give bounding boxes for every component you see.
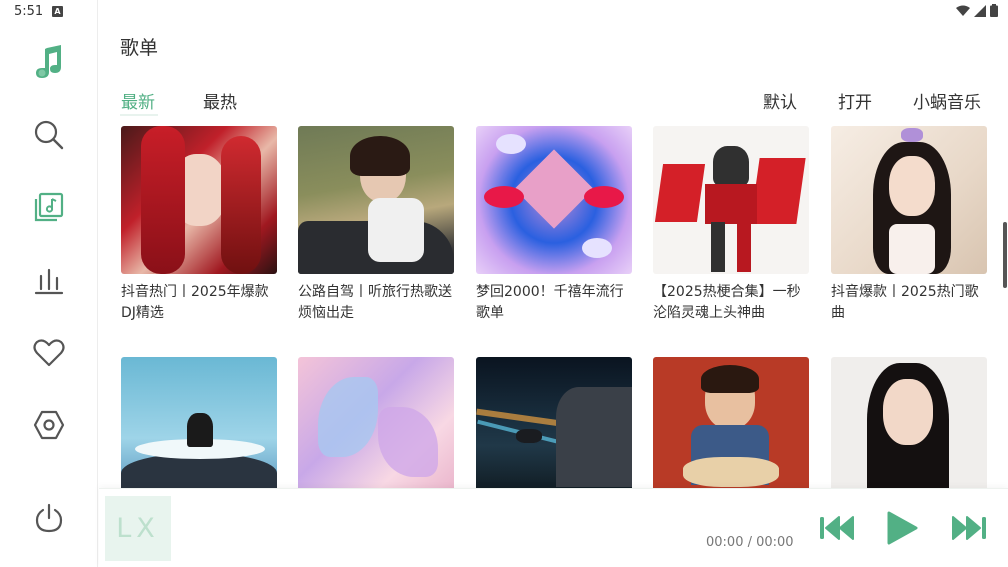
- player-logo[interactable]: LX: [105, 496, 171, 561]
- playlist-card[interactable]: [653, 357, 809, 505]
- main-content: 歌单 最新 最热 默认 打开 小蜗音乐 抖音热门丨2025年爆款DJ精选 公路自…: [99, 0, 1008, 567]
- app-logo: [25, 38, 73, 86]
- playlist-card[interactable]: [476, 357, 632, 505]
- tab-underline: [120, 114, 158, 116]
- playlist-title: 抖音热门丨2025年爆款DJ精选: [121, 284, 269, 321]
- playlist-cover: [298, 357, 454, 505]
- playlist-card[interactable]: 抖音爆款丨2025热门歌曲: [831, 126, 987, 324]
- songlist-icon: [34, 192, 64, 222]
- playlist-cover: [476, 357, 632, 505]
- skip-next-icon: [952, 516, 986, 540]
- playlist-cover: [298, 126, 454, 274]
- playlist-card[interactable]: 【2025热梗合集】一秒沦陷灵魂上头神曲: [653, 126, 809, 324]
- playlist-card[interactable]: [298, 357, 454, 505]
- player-time: 00:00 / 00:00: [706, 535, 794, 550]
- playlist-title: 公路自驾丨听旅行热歌送烦恼出走: [298, 284, 452, 321]
- playlist-cover: [476, 126, 632, 274]
- scrollbar-thumb[interactable]: [1003, 222, 1007, 288]
- playlist-card[interactable]: [121, 357, 277, 505]
- playlist-card[interactable]: 公路自驾丨听旅行热歌送烦恼出走: [298, 126, 454, 324]
- play-button[interactable]: [884, 509, 920, 547]
- prev-button[interactable]: [818, 513, 856, 543]
- next-button[interactable]: [950, 513, 988, 543]
- heart-icon: [33, 339, 65, 367]
- sidebar-item-settings[interactable]: [25, 401, 73, 449]
- playlist-cover: [653, 357, 809, 505]
- page-title: 歌单: [120, 37, 159, 59]
- power-icon: [35, 503, 63, 533]
- playlist-title: 梦回2000！千禧年流行歌单: [476, 284, 624, 321]
- playlist-cover: [121, 126, 277, 274]
- play-icon: [887, 511, 918, 545]
- playlist-cover: [831, 357, 987, 505]
- playlist-card[interactable]: [831, 357, 987, 505]
- source-button[interactable]: 小蜗音乐: [913, 88, 981, 113]
- playlist-title: 【2025热梗合集】一秒沦陷灵魂上头神曲: [653, 284, 801, 321]
- playlist-card[interactable]: 梦回2000！千禧年流行歌单: [476, 126, 632, 324]
- tab-hottest[interactable]: 最热: [203, 88, 237, 113]
- sidebar-item-songlist[interactable]: [25, 183, 73, 231]
- playlist-cover: [653, 126, 809, 274]
- music-note-icon: [36, 45, 61, 78]
- player-bar: LX 00:00 / 00:00: [99, 488, 1008, 567]
- sort-button[interactable]: 默认: [763, 88, 797, 113]
- playlist-card[interactable]: 抖音热门丨2025年爆款DJ精选: [121, 126, 277, 324]
- open-button[interactable]: 打开: [838, 88, 872, 113]
- tab-newest[interactable]: 最新: [121, 88, 155, 113]
- sidebar: [0, 0, 98, 567]
- bar-chart-icon: [34, 268, 64, 295]
- sidebar-item-search[interactable]: [25, 111, 73, 159]
- playlist-title: 抖音爆款丨2025热门歌曲: [831, 284, 979, 321]
- sidebar-item-favorites[interactable]: [25, 329, 73, 377]
- playlist-cover: [831, 126, 987, 274]
- skip-previous-icon: [820, 516, 854, 540]
- sidebar-item-power[interactable]: [25, 494, 73, 542]
- search-icon: [34, 120, 64, 150]
- hexagon-settings-icon: [33, 410, 65, 440]
- sidebar-item-leaderboard[interactable]: [25, 256, 73, 304]
- playlist-cover: [121, 357, 277, 505]
